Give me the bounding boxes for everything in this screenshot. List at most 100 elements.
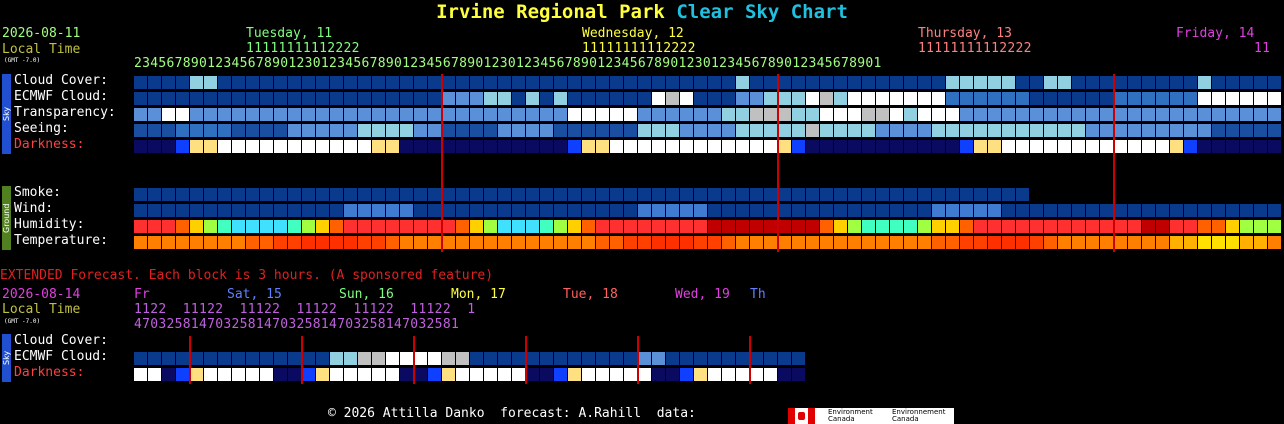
ext-ecmwf-cloud-cell[interactable]	[722, 352, 735, 365]
ext-darkness-cell[interactable]	[470, 368, 483, 381]
ext-ecmwf-cloud-cell[interactable]	[232, 352, 245, 365]
ext-ecmwf-cloud-cell[interactable]	[568, 352, 581, 365]
ext-darkness-cell[interactable]	[526, 368, 539, 381]
ext-ecmwf-cloud-cell[interactable]	[778, 352, 791, 365]
ext-ecmwf-cloud-cell[interactable]	[428, 352, 441, 365]
ext-ecmwf-cloud-cell[interactable]	[610, 352, 623, 365]
ext-midnight-marker	[749, 336, 751, 384]
ext-ecmwf-cloud-cell[interactable]	[708, 352, 721, 365]
ext-darkness-cell[interactable]	[400, 368, 413, 381]
ext-ecmwf-cloud-cell[interactable]	[162, 352, 175, 365]
ext-darkness-cell[interactable]	[162, 368, 175, 381]
ext-darkness-cell[interactable]	[722, 368, 735, 381]
ext-darkness-cell[interactable]	[792, 368, 805, 381]
ext-ecmwf-cloud-cell[interactable]	[750, 352, 763, 365]
ext-darkness-cell[interactable]	[456, 368, 469, 381]
ext-darkness-cell[interactable]	[568, 368, 581, 381]
ext-ecmwf-cloud-cell[interactable]	[470, 352, 483, 365]
ext-darkness-cell[interactable]	[190, 368, 203, 381]
ext-ecmwf-cloud-cell[interactable]	[344, 352, 357, 365]
ext-darkness-cell[interactable]	[358, 368, 371, 381]
ext-darkness-cell[interactable]	[330, 368, 343, 381]
ext-ecmwf-cloud-cell[interactable]	[414, 352, 427, 365]
ext-ecmwf-cloud-cell[interactable]	[330, 352, 343, 365]
ext-ecmwf-cloud-cell[interactable]	[736, 352, 749, 365]
ext-darkness-cell[interactable]	[386, 368, 399, 381]
ext-ecmwf-cloud-cell[interactable]	[148, 352, 161, 365]
ext-darkness-cell[interactable]	[484, 368, 497, 381]
ext-darkness-cell[interactable]	[750, 368, 763, 381]
ext-darkness-cell[interactable]	[652, 368, 665, 381]
ext-ecmwf-cloud-cell[interactable]	[190, 352, 203, 365]
ext-darkness-cell[interactable]	[666, 368, 679, 381]
ext-ecmwf-cloud-cell[interactable]	[596, 352, 609, 365]
ext-midnight-marker	[413, 336, 415, 384]
ext-darkness-cell[interactable]	[708, 368, 721, 381]
ext-ecmwf-cloud-cell[interactable]	[680, 352, 693, 365]
ext-ecmwf-cloud-cell[interactable]	[540, 352, 553, 365]
ext-darkness-cell[interactable]	[428, 368, 441, 381]
ext-ecmwf-cloud-cell[interactable]	[666, 352, 679, 365]
ext-darkness-cell[interactable]	[680, 368, 693, 381]
ext-darkness-cell[interactable]	[148, 368, 161, 381]
ext-darkness-cell[interactable]	[442, 368, 455, 381]
ext-darkness-cell[interactable]	[218, 368, 231, 381]
ext-ecmwf-cloud-cell[interactable]	[638, 352, 651, 365]
ext-ecmwf-cloud-cell[interactable]	[582, 352, 595, 365]
ext-darkness-cell[interactable]	[764, 368, 777, 381]
ext-ecmwf-cloud-cell[interactable]	[526, 352, 539, 365]
ext-ecmwf-cloud-cell[interactable]	[246, 352, 259, 365]
ext-darkness-cell[interactable]	[246, 368, 259, 381]
ext-darkness-cell[interactable]	[232, 368, 245, 381]
ext-ecmwf-cloud-cell[interactable]	[260, 352, 273, 365]
ext-ecmwf-cloud-cell[interactable]	[218, 352, 231, 365]
ext-ecmwf-cloud-cell[interactable]	[134, 352, 147, 365]
ext-darkness-cell[interactable]	[554, 368, 567, 381]
ext-darkness-cell[interactable]	[540, 368, 553, 381]
ext-darkness-cell[interactable]	[778, 368, 791, 381]
ext-darkness-cell[interactable]	[414, 368, 427, 381]
ext-ecmwf-cloud-cell[interactable]	[498, 352, 511, 365]
ext-darkness-cell[interactable]	[498, 368, 511, 381]
ext-ecmwf-cloud-cell[interactable]	[316, 352, 329, 365]
ext-ecmwf-cloud-cell[interactable]	[204, 352, 217, 365]
ext-ecmwf-cloud-cell[interactable]	[652, 352, 665, 365]
ext-darkness-cell[interactable]	[274, 368, 287, 381]
ext-darkness-cell[interactable]	[512, 368, 525, 381]
ext-darkness-cell[interactable]	[582, 368, 595, 381]
environment-canada-logo[interactable]: Environment Canada Environnement Canada	[788, 408, 954, 424]
ext-ecmwf-cloud-cell[interactable]	[274, 352, 287, 365]
ext-darkness-cell[interactable]	[596, 368, 609, 381]
ext-darkness-cell[interactable]	[736, 368, 749, 381]
ext-ecmwf-cloud-cell[interactable]	[792, 352, 805, 365]
ext-ecmwf-cloud-cell[interactable]	[512, 352, 525, 365]
environnement-canada-text: Environnement Canada	[892, 408, 946, 423]
ext-ecmwf-cloud-cell[interactable]	[288, 352, 301, 365]
ext-ecmwf-cloud-cell[interactable]	[400, 352, 413, 365]
ext-ecmwf-cloud-cell[interactable]	[442, 352, 455, 365]
ext-darkness-cell[interactable]	[316, 368, 329, 381]
ext-ecmwf-cloud-cell[interactable]	[484, 352, 497, 365]
ext-ecmwf-cloud-cell[interactable]	[372, 352, 385, 365]
ext-darkness-cell[interactable]	[260, 368, 273, 381]
ext-darkness-cell[interactable]	[176, 368, 189, 381]
ext-ecmwf-cloud-cell[interactable]	[764, 352, 777, 365]
ext-ecmwf-cloud-cell[interactable]	[624, 352, 637, 365]
ext-darkness-cell[interactable]	[204, 368, 217, 381]
ext-ecmwf-cloud-cell[interactable]	[456, 352, 469, 365]
ext-darkness-cell[interactable]	[134, 368, 147, 381]
ext-ecmwf-cloud-cell[interactable]	[554, 352, 567, 365]
ext-darkness-cell[interactable]	[288, 368, 301, 381]
ext-ecmwf-cloud-cell[interactable]	[358, 352, 371, 365]
ext-darkness-cell[interactable]	[344, 368, 357, 381]
ext-ecmwf-cloud-cell[interactable]	[694, 352, 707, 365]
ext-darkness-cell[interactable]	[638, 368, 651, 381]
ext-ecmwf-cloud-cell[interactable]	[302, 352, 315, 365]
ext-darkness-cell[interactable]	[694, 368, 707, 381]
ext-darkness-cell[interactable]	[624, 368, 637, 381]
ext-darkness-cell[interactable]	[372, 368, 385, 381]
ext-ecmwf-cloud-cell[interactable]	[176, 352, 189, 365]
ext-darkness-cell[interactable]	[302, 368, 315, 381]
ext-darkness-cell[interactable]	[610, 368, 623, 381]
ext-ecmwf-cloud-cell[interactable]	[386, 352, 399, 365]
